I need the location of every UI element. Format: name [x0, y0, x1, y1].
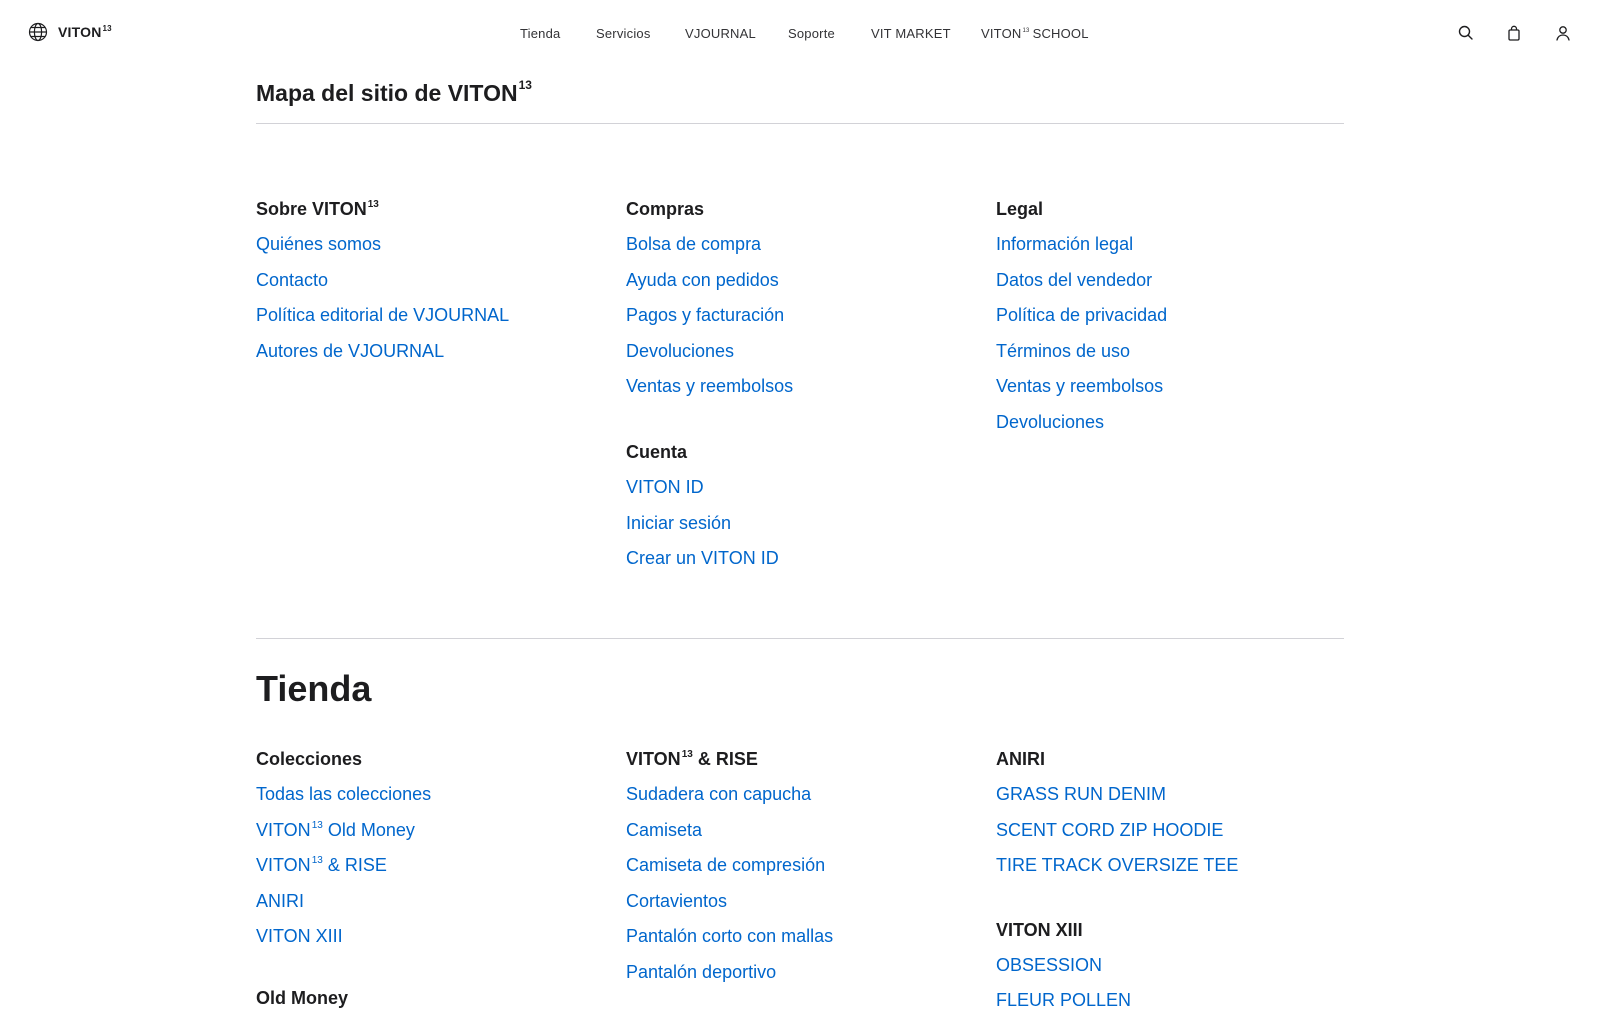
nav-item-viton-school[interactable]: VITON13 SCHOOL: [981, 26, 1089, 41]
link-camiseta[interactable]: Camiseta: [626, 819, 986, 855]
nav-item-tienda[interactable]: Tienda: [520, 26, 560, 41]
link-terminos-uso[interactable]: Términos de uso: [996, 340, 1356, 376]
link-fleur-pollen[interactable]: FLEUR POLLEN: [996, 989, 1356, 1025]
link-bolsa-de-compra[interactable]: Bolsa de compra: [626, 233, 986, 269]
viton-xiii-heading: VITON XIII: [996, 919, 1083, 940]
collections-heading: Colecciones: [256, 749, 363, 769]
link-pantalon-corto-mallas[interactable]: Pantalón corto con mallas: [626, 925, 986, 961]
title-divider: [256, 123, 1344, 124]
link-devoluciones[interactable]: Devoluciones: [626, 340, 986, 376]
link-viton-rise[interactable]: VITON13 & RISE: [256, 854, 616, 890]
old-money-heading: Old Money: [256, 987, 349, 1008]
link-datos-vendedor[interactable]: Datos del vendedor: [996, 269, 1356, 305]
shopping-bag-icon[interactable]: [1505, 24, 1523, 42]
about-heading: Sobre VITON13: [256, 199, 379, 219]
link-politica-editorial[interactable]: Política editorial de VJOURNAL: [256, 304, 616, 340]
link-viton-old-money[interactable]: VITON13 Old Money: [256, 819, 616, 855]
shopping-heading: Compras: [626, 199, 705, 219]
link-tire-track-oversize-tee[interactable]: TIRE TRACK OVERSIZE TEE: [996, 854, 1356, 890]
aniri-heading: ANIRI: [996, 749, 1045, 769]
main-nav: Tienda Servicios VJOURNAL Soporte VIT MA…: [0, 26, 1600, 46]
rise-heading: VITON13 & RISE: [626, 749, 758, 769]
link-pantalon-deportivo[interactable]: Pantalón deportivo: [626, 961, 986, 997]
link-viton-id[interactable]: VITON ID: [626, 476, 986, 512]
about-column: Sobre VITON13 Quiénes somos Contacto Pol…: [256, 198, 616, 375]
link-informacion-legal[interactable]: Información legal: [996, 233, 1356, 269]
link-contacto[interactable]: Contacto: [256, 269, 616, 305]
link-grass-run-denim[interactable]: GRASS RUN DENIM: [996, 783, 1356, 819]
link-aniri[interactable]: ANIRI: [256, 890, 616, 926]
link-todas-colecciones[interactable]: Todas las colecciones: [256, 783, 616, 819]
link-quienes-somos[interactable]: Quiénes somos: [256, 233, 616, 269]
shopping-column: Compras Bolsa de compra Ayuda con pedido…: [626, 198, 986, 583]
link-ayuda-pedidos[interactable]: Ayuda con pedidos: [626, 269, 986, 305]
link-obsession[interactable]: OBSESSION: [996, 954, 1356, 990]
nav-item-vjournal[interactable]: VJOURNAL: [685, 26, 756, 41]
link-ventas-reembolsos[interactable]: Ventas y reembolsos: [626, 375, 986, 411]
link-viton-xiii[interactable]: VITON XIII: [256, 925, 616, 961]
nav-item-servicios[interactable]: Servicios: [596, 26, 651, 41]
link-scent-cord-zip-hoodie[interactable]: SCENT CORD ZIP HOODIE: [996, 819, 1356, 855]
legal-heading: Legal: [996, 199, 1044, 219]
link-autores-vjournal[interactable]: Autores de VJOURNAL: [256, 340, 616, 376]
section-divider: [256, 638, 1344, 639]
link-camiseta-compresion[interactable]: Camiseta de compresión: [626, 854, 986, 890]
link-politica-privacidad[interactable]: Política de privacidad: [996, 304, 1356, 340]
link-cortavientos[interactable]: Cortavientos: [626, 890, 986, 926]
site-header: VITON13 Tienda Servicios VJOURNAL Soport…: [0, 0, 1600, 66]
link-sudadera-capucha[interactable]: Sudadera con capucha: [626, 783, 986, 819]
link-iniciar-sesion[interactable]: Iniciar sesión: [626, 512, 986, 548]
account-heading: Cuenta: [626, 441, 688, 462]
link-pagos-facturacion[interactable]: Pagos y facturación: [626, 304, 986, 340]
collections-column: Colecciones Todas las colecciones VITON1…: [256, 748, 616, 1022]
page-title: Mapa del sitio de VITON13: [256, 78, 532, 106]
nav-item-soporte[interactable]: Soporte: [788, 26, 835, 41]
rise-column: VITON13 & RISE Sudadera con capucha Cami…: [626, 748, 986, 997]
search-icon[interactable]: [1457, 24, 1475, 42]
link-devoluciones-legal[interactable]: Devoluciones: [996, 411, 1356, 447]
store-section-title: Tienda: [256, 668, 372, 709]
link-ventas-reembolsos-legal[interactable]: Ventas y reembolsos: [996, 375, 1356, 411]
legal-column: Legal Información legal Datos del vended…: [996, 198, 1356, 447]
nav-item-vit-market[interactable]: VIT MARKET: [871, 26, 951, 41]
link-crear-viton-id[interactable]: Crear un VITON ID: [626, 547, 986, 583]
account-icon[interactable]: [1554, 24, 1572, 42]
aniri-column: ANIRI GRASS RUN DENIM SCENT CORD ZIP HOO…: [996, 748, 1356, 1025]
